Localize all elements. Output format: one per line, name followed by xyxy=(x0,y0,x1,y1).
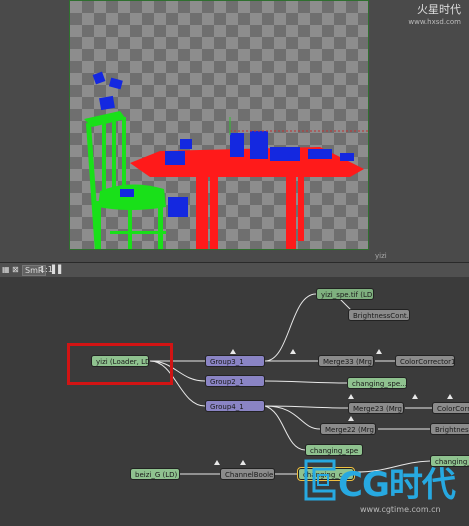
node-label: Group4_1 xyxy=(210,403,244,411)
node-group2[interactable]: Group2_1 xyxy=(205,375,265,387)
node-channel-booleans[interactable]: ChannelBoole... xyxy=(220,468,275,480)
node-label: Group3_1 xyxy=(210,358,244,366)
render-preview xyxy=(84,71,368,249)
node-beizi-loader[interactable]: beizi_G (LD) xyxy=(130,468,180,480)
viewer-panel[interactable]: 火星时代 www.hxsd.com yizi xyxy=(0,0,469,262)
viewer-footer-label: yizi xyxy=(375,252,387,260)
node-label: Merge23 (Mrg) xyxy=(353,405,404,413)
node-brightness-contrast-2[interactable]: BrightnessCo xyxy=(430,423,469,435)
node-label: beizi_G (LD) xyxy=(135,471,178,479)
watermark-brand: CG时代 xyxy=(338,465,456,505)
logo-url: www.hxsd.com xyxy=(408,18,461,26)
node-brightness-contrast-1[interactable]: BrightnessCont... xyxy=(348,309,410,321)
node-merge23[interactable]: Merge23 (Mrg) xyxy=(348,402,404,414)
node-color-corrector-1[interactable]: ColorCorrector1 xyxy=(395,355,455,367)
node-changing-spe-1[interactable]: changing_spe... xyxy=(347,377,407,389)
watermark: CG时代 www.cgtime.com.cn xyxy=(300,455,469,526)
watermark-url: www.cgtime.com.cn xyxy=(360,505,441,514)
node-label: Merge22 (Mrg) xyxy=(325,426,376,434)
node-label: BrightnessCont... xyxy=(353,312,410,320)
node-color-corrector-2[interactable]: ColorCorrec xyxy=(432,402,469,414)
zoom-level[interactable]: 1:1 xyxy=(40,265,53,274)
logo-text: 火星时代 xyxy=(417,3,461,16)
highlight-box xyxy=(67,343,173,385)
node-label: ColorCorrec xyxy=(437,405,469,413)
node-label: BrightnessCo xyxy=(435,426,469,434)
node-merge22[interactable]: Merge22 (Mrg) xyxy=(320,423,376,435)
node-label: ChannelBoole... xyxy=(225,471,275,479)
grid-icon[interactable]: ▦ xyxy=(2,265,10,274)
node-label: yizi_spe.tif (LD) xyxy=(321,291,374,299)
node-group4[interactable]: Group4_1 xyxy=(205,400,265,412)
node-group3[interactable]: Group3_1 xyxy=(205,355,265,367)
flow-editor[interactable]: yizi_spe.tif (LD) BrightnessCont... yizi… xyxy=(0,277,469,526)
node-label: Group2_1 xyxy=(210,378,244,386)
node-merge33[interactable]: Merge33 (Mrg) xyxy=(318,355,374,367)
node-label: ColorCorrector1 xyxy=(400,358,455,366)
checker-icon[interactable]: ⊠ xyxy=(12,265,19,274)
node-yizi-spe-loader[interactable]: yizi_spe.tif (LD) xyxy=(316,288,374,300)
node-label: changing_spe xyxy=(310,447,359,455)
site-logo: 火星时代 www.hxsd.com xyxy=(408,4,461,28)
histogram-icon[interactable]: ▌▌ xyxy=(52,265,64,274)
cgtime-logo-icon xyxy=(304,459,336,501)
viewer-toolbar: ▦ ⊠ SmR 1:1 ▌▌ xyxy=(0,262,469,278)
image-canvas[interactable] xyxy=(69,0,369,250)
node-label: Merge33 (Mrg) xyxy=(323,358,374,366)
node-label: changing_spe... xyxy=(352,380,407,388)
